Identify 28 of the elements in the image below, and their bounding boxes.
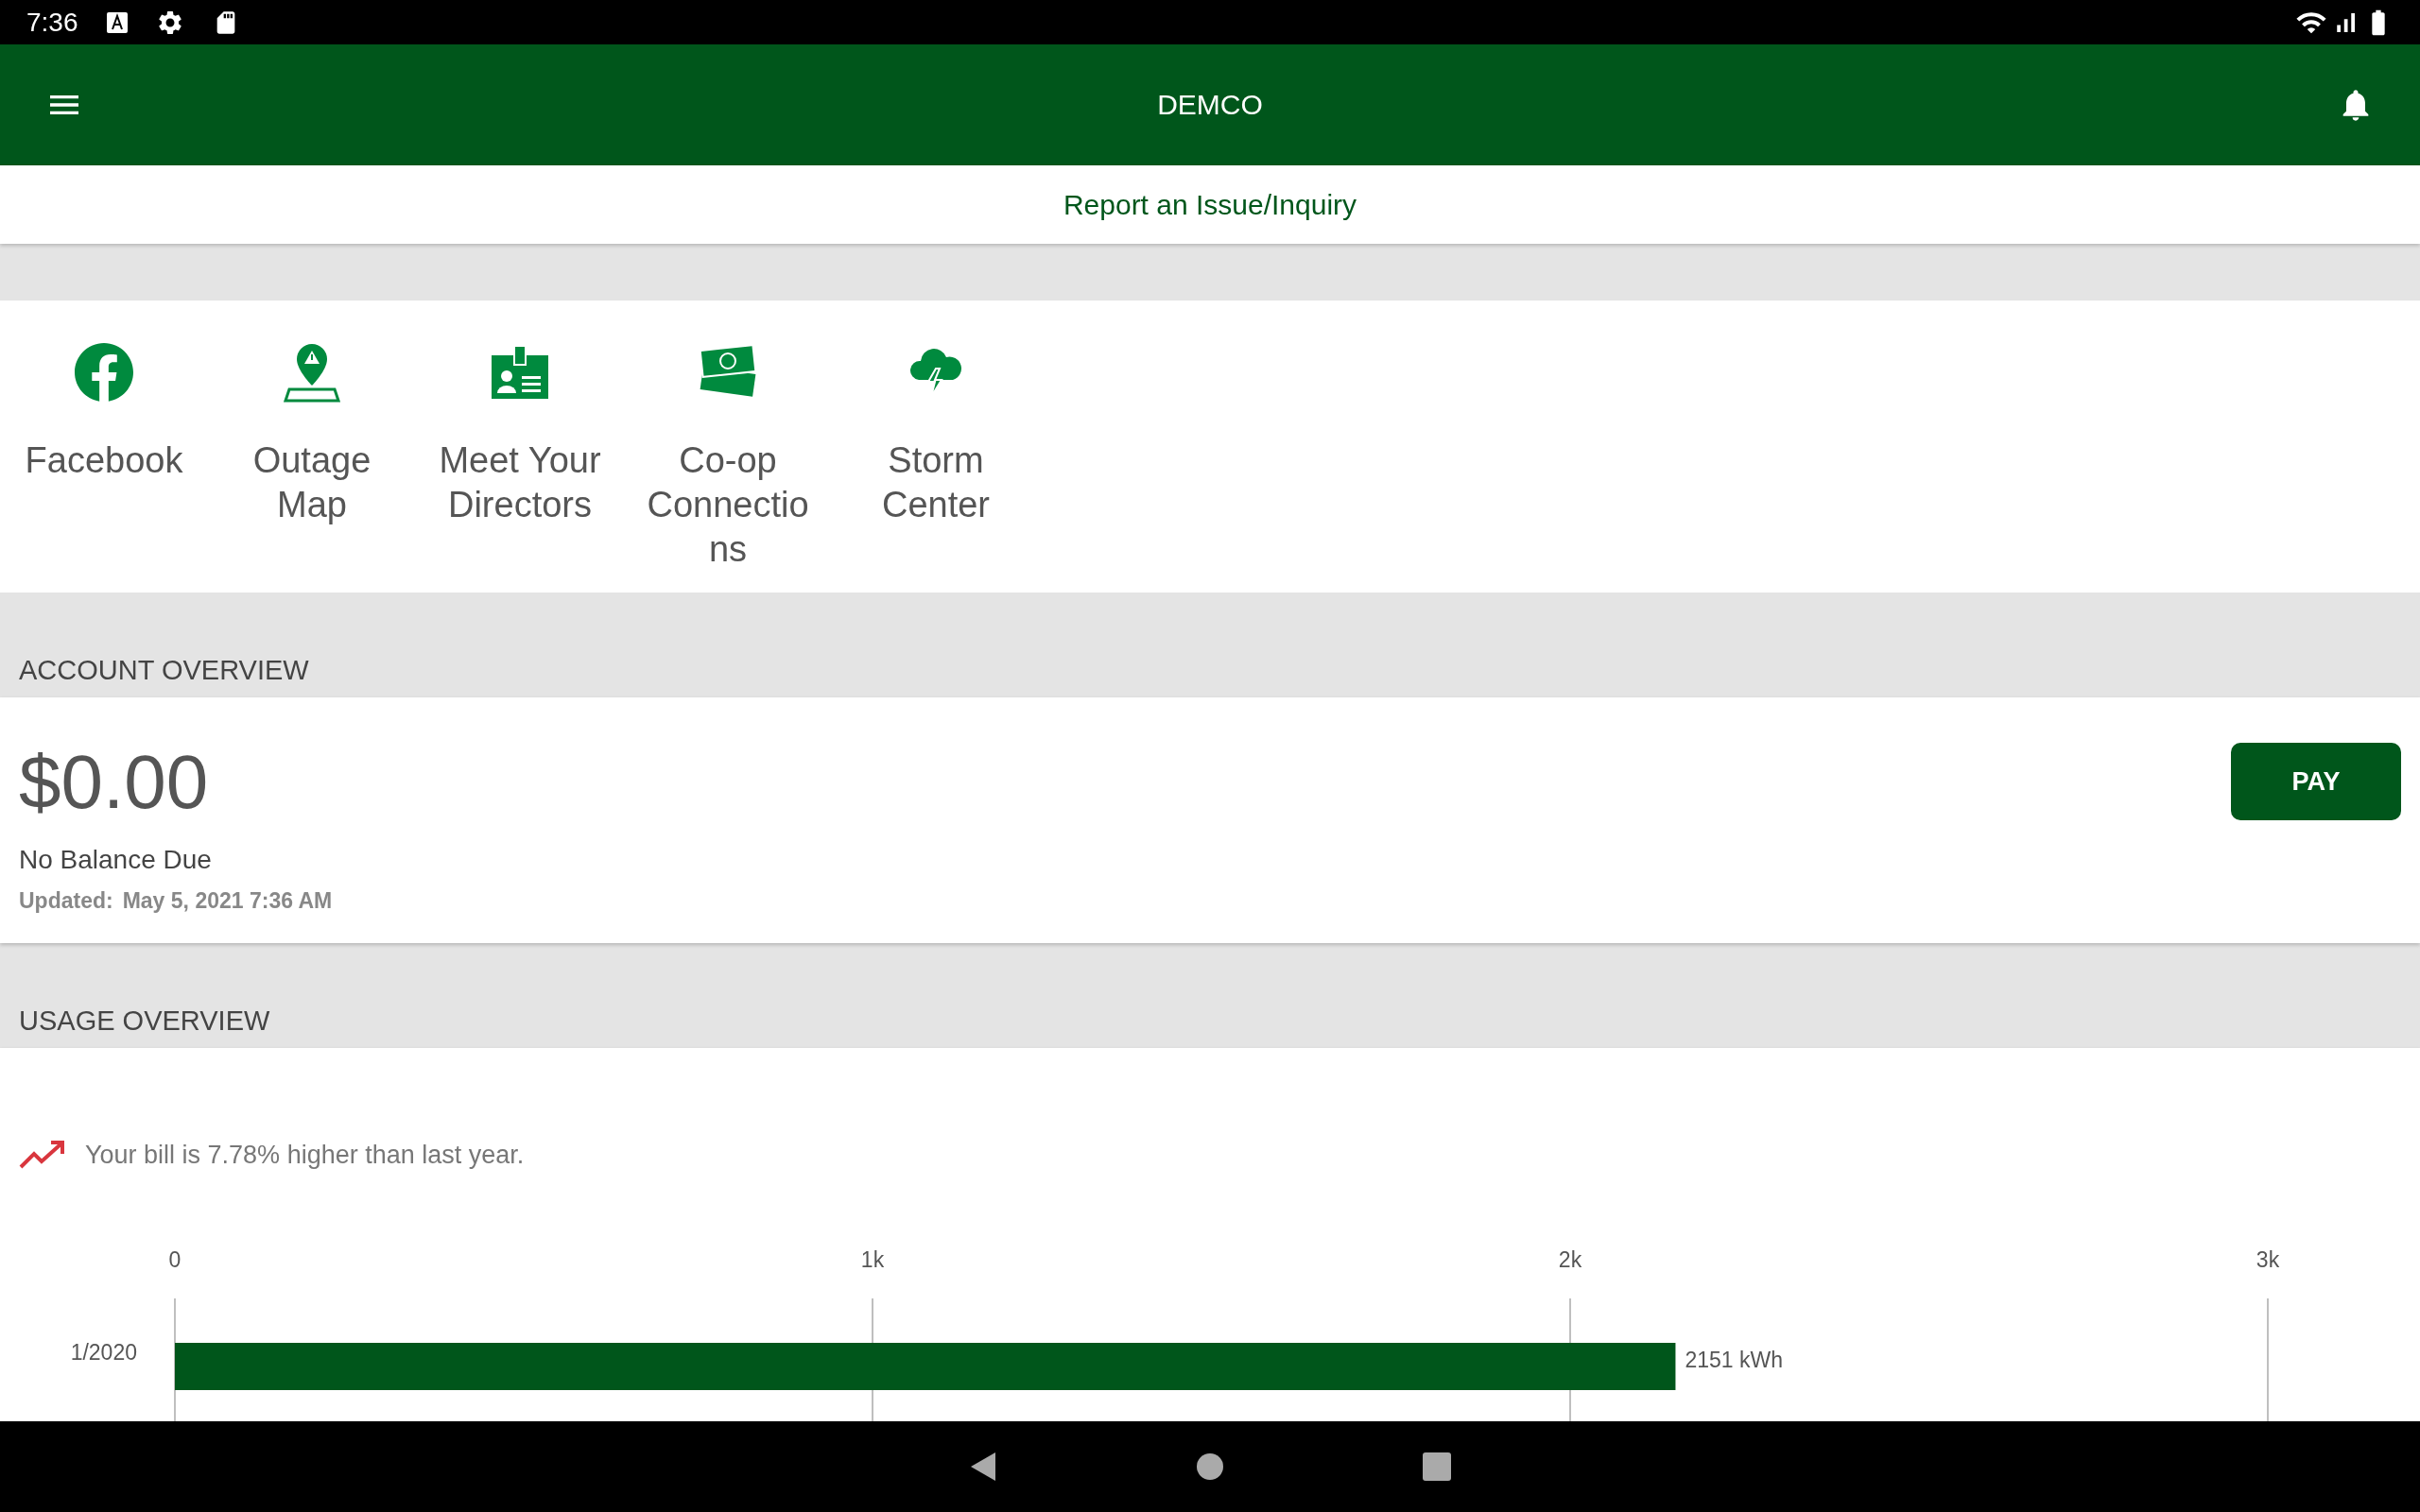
axis-tick-label: 0 xyxy=(168,1248,182,1272)
category-label: 1/2020 xyxy=(70,1340,137,1365)
section-heading: ACCOUNT OVERVIEW xyxy=(18,654,310,687)
shortcut-button[interactable]: Meet Your Directors xyxy=(416,301,624,527)
updated-label: Updated: xyxy=(19,888,113,914)
shortcut-button[interactable]: Co-op Connectio ns xyxy=(624,301,832,572)
shortcut-button[interactable]: Outage Map xyxy=(208,301,416,527)
back-button[interactable] xyxy=(969,1451,997,1483)
trend-text: Your bill is 7.78% higher than last year. xyxy=(85,1140,525,1170)
trend-up-icon xyxy=(19,1139,66,1171)
facebook-icon xyxy=(74,342,134,403)
home-button[interactable] xyxy=(1196,1452,1224,1481)
shortcut-button[interactable]: Facebook xyxy=(0,301,208,483)
balance-amount: $0.00 xyxy=(19,739,210,826)
updated-time: May 5, 2021 7:36 AM xyxy=(122,888,333,914)
axis-tick-label: 2k xyxy=(1558,1248,1582,1272)
value-label: 2151 kWh xyxy=(1685,1348,1783,1372)
axis-tick-label: 3k xyxy=(2256,1248,2280,1272)
shortcut-button[interactable]: Storm Center xyxy=(832,301,1040,527)
pay-button[interactable]: PAY xyxy=(2231,743,2401,820)
app-title: DEMCO xyxy=(1156,89,1264,121)
axis-tick-label: 1k xyxy=(860,1248,885,1272)
balance-status: No Balance Due xyxy=(19,845,213,875)
report-issue-link[interactable]: Report an Issue/Inquiry xyxy=(1063,188,1357,221)
section-heading: USAGE OVERVIEW xyxy=(18,1005,271,1038)
font-icon xyxy=(106,11,128,33)
map-pin-warning-icon xyxy=(282,342,342,403)
clock-time: 7:36 xyxy=(26,7,78,38)
